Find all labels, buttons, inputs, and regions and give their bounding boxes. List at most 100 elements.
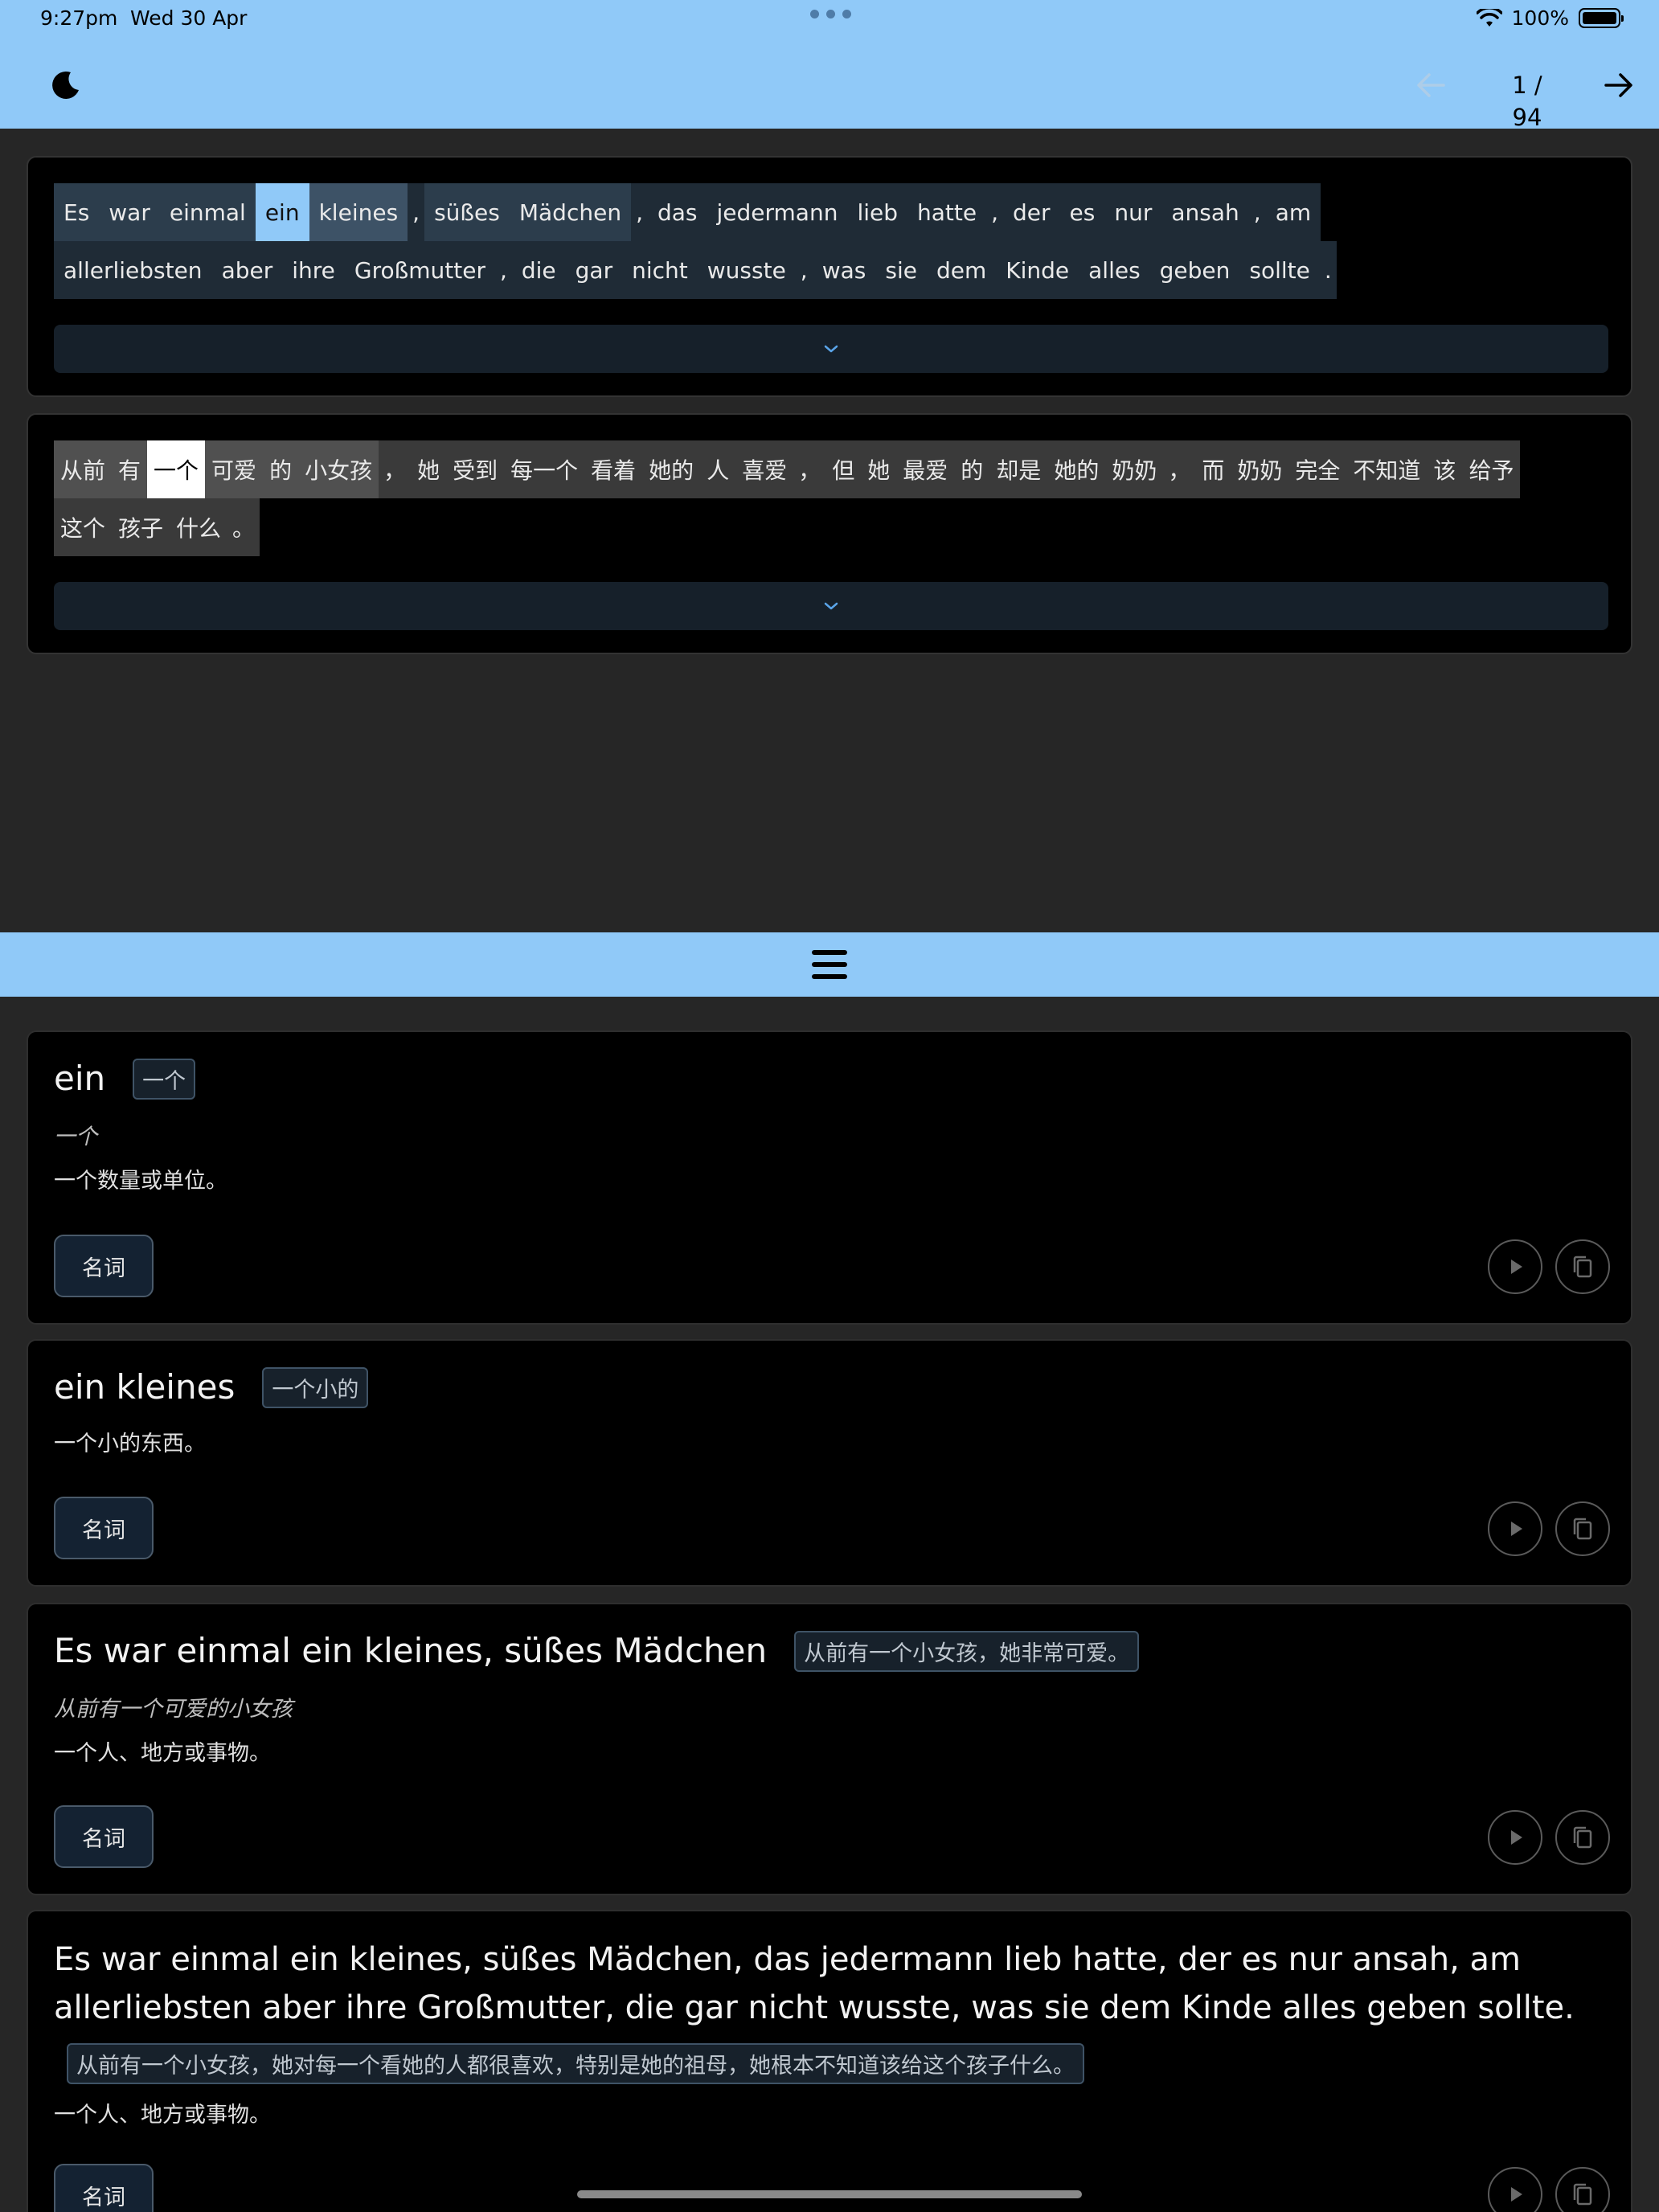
copy-button[interactable]: [1555, 1239, 1610, 1294]
translation-word-token[interactable]: 她的: [1047, 440, 1106, 498]
source-word-token[interactable]: war: [99, 183, 160, 241]
source-word-token[interactable]: die: [511, 241, 566, 299]
translation-word-token[interactable]: 受到: [446, 440, 505, 498]
definition-card: Es war einmal ein kleines, süßes Mädchen…: [27, 1910, 1632, 2212]
source-word-token[interactable]: das: [647, 183, 707, 241]
multitasking-dots-icon[interactable]: [810, 10, 851, 18]
source-word-token[interactable]: sie: [875, 241, 927, 299]
source-word-token[interactable]: gar: [565, 241, 623, 299]
card-term: Es war einmal ein kleines, süßes Mädchen: [54, 1631, 768, 1670]
source-word-token[interactable]: Es: [54, 183, 100, 241]
source-word-token[interactable]: ihre: [282, 241, 345, 299]
translation-word-token[interactable]: 她: [861, 440, 897, 498]
expand-translation-button[interactable]: [54, 582, 1608, 630]
copy-button[interactable]: [1555, 1501, 1610, 1556]
translation-word-token[interactable]: 这个: [54, 498, 113, 556]
expand-source-button[interactable]: [54, 325, 1608, 373]
moon-icon[interactable]: [50, 69, 82, 101]
source-word-token[interactable]: hatte: [907, 183, 987, 241]
translation-word-token[interactable]: 看着: [584, 440, 643, 498]
source-word-token[interactable]: der: [1003, 183, 1060, 241]
play-icon: [1511, 1260, 1522, 1274]
translation-word-token[interactable]: 从前: [54, 440, 113, 498]
alternate-translation: 从前有一个可爱的小女孩: [54, 1697, 293, 1722]
play-audio-button[interactable]: [1488, 1239, 1542, 1294]
translation-word-token[interactable]: 她: [411, 440, 447, 498]
translation-word-token[interactable]: 孩子: [112, 498, 170, 556]
translation-word-token[interactable]: 有: [112, 440, 148, 498]
source-word-token[interactable]: allerliebsten: [54, 241, 212, 299]
source-word-token[interactable]: jedermann: [707, 183, 848, 241]
copy-button[interactable]: [1555, 1810, 1610, 1865]
play-icon: [1511, 1522, 1522, 1536]
translation-word-token[interactable]: 奶奶: [1105, 440, 1164, 498]
translation-word-token[interactable]: 小女孩: [298, 440, 379, 498]
translation-word-token[interactable]: 人: [700, 440, 736, 498]
source-word-token[interactable]: süßes: [424, 183, 510, 241]
translation-punctuation: ，: [793, 440, 826, 498]
status-time: 9:27pm: [40, 6, 118, 30]
copy-button[interactable]: [1555, 2167, 1610, 2212]
source-word-token[interactable]: Mädchen: [509, 183, 632, 241]
copy-icon: [1573, 1826, 1592, 1849]
translation-word-token[interactable]: 什么: [170, 498, 228, 556]
source-word-token[interactable]: dem: [926, 241, 997, 299]
translation-word-token[interactable]: 的: [263, 440, 299, 498]
source-word-token[interactable]: ein: [255, 183, 309, 241]
translation-word-token[interactable]: 不知道: [1346, 440, 1428, 498]
page-indicator: 1 / 94: [1512, 72, 1542, 131]
translation-word-token[interactable]: 奶奶: [1231, 440, 1289, 498]
home-indicator[interactable]: [577, 2190, 1082, 2198]
definition-card: Es war einmal ein kleines, süßes Mädchen…: [27, 1603, 1632, 1895]
translation-word-token[interactable]: 但: [825, 440, 862, 498]
translation-word-token[interactable]: 一个: [147, 440, 206, 498]
translation-token-area: 从前有一个 可爱的小女孩，她受到 每一个 看着 她的人喜爱，但她最爱的却是 她的 奶奶，而奶…: [54, 440, 1608, 556]
source-word-token[interactable]: kleines: [309, 183, 408, 241]
wifi-icon: [1476, 8, 1502, 27]
source-word-token[interactable]: Großmutter: [344, 241, 495, 299]
copy-icon: [1573, 1256, 1592, 1278]
translation-word-token[interactable]: 每一个: [504, 440, 585, 498]
source-word-token[interactable]: aber: [211, 241, 283, 299]
translation-word-token[interactable]: 却是: [989, 440, 1048, 498]
source-word-token[interactable]: nur: [1104, 183, 1162, 241]
play-icon: [1511, 2187, 1522, 2202]
part-of-speech-button[interactable]: 名词: [54, 1805, 154, 1868]
translation-word-token[interactable]: 完全: [1288, 440, 1347, 498]
translation-word-token[interactable]: 给予: [1462, 440, 1521, 498]
part-of-speech-button[interactable]: 名词: [54, 1497, 154, 1559]
split-divider-handle[interactable]: [0, 932, 1659, 997]
play-audio-button[interactable]: [1488, 2167, 1542, 2212]
source-word-token[interactable]: lieb: [847, 183, 908, 241]
play-audio-button[interactable]: [1488, 1810, 1542, 1865]
part-of-speech-button[interactable]: 名词: [54, 2164, 154, 2212]
translation-word-token[interactable]: 而: [1195, 440, 1231, 498]
translation-badge: 一个: [133, 1058, 196, 1100]
source-word-token[interactable]: sollte: [1239, 241, 1320, 299]
definition-text: 一个人、地方或事物。: [54, 2103, 271, 2128]
play-audio-button[interactable]: [1488, 1501, 1542, 1556]
translation-word-token[interactable]: 可爱: [205, 440, 264, 498]
source-word-token[interactable]: es: [1059, 183, 1105, 241]
source-punctuation: ,: [1248, 183, 1266, 241]
source-line: Es war einmal ein kleines, süßes Mädchen, das je…: [54, 183, 1608, 241]
translation-word-token[interactable]: 的: [954, 440, 990, 498]
source-word-token[interactable]: einmal: [159, 183, 256, 241]
arrow-right-icon[interactable]: [1603, 69, 1635, 101]
source-word-token[interactable]: nicht: [622, 241, 698, 299]
source-word-token[interactable]: am: [1265, 183, 1321, 241]
arrow-left-icon[interactable]: [1415, 69, 1447, 101]
status-date: Wed 30 Apr: [130, 6, 248, 30]
translation-word-token[interactable]: 她的: [642, 440, 701, 498]
part-of-speech-button[interactable]: 名词: [54, 1235, 154, 1297]
translation-word-token[interactable]: 喜爱: [735, 440, 794, 498]
source-word-token[interactable]: Kinde: [996, 241, 1079, 299]
source-word-token[interactable]: wusste: [697, 241, 796, 299]
source-word-token[interactable]: was: [812, 241, 876, 299]
translation-punctuation: ，: [379, 440, 412, 498]
translation-word-token[interactable]: 该: [1427, 440, 1463, 498]
source-word-token[interactable]: geben: [1149, 241, 1240, 299]
source-word-token[interactable]: alles: [1079, 241, 1150, 299]
translation-word-token[interactable]: 最爱: [896, 440, 955, 498]
source-word-token[interactable]: ansah: [1161, 183, 1249, 241]
